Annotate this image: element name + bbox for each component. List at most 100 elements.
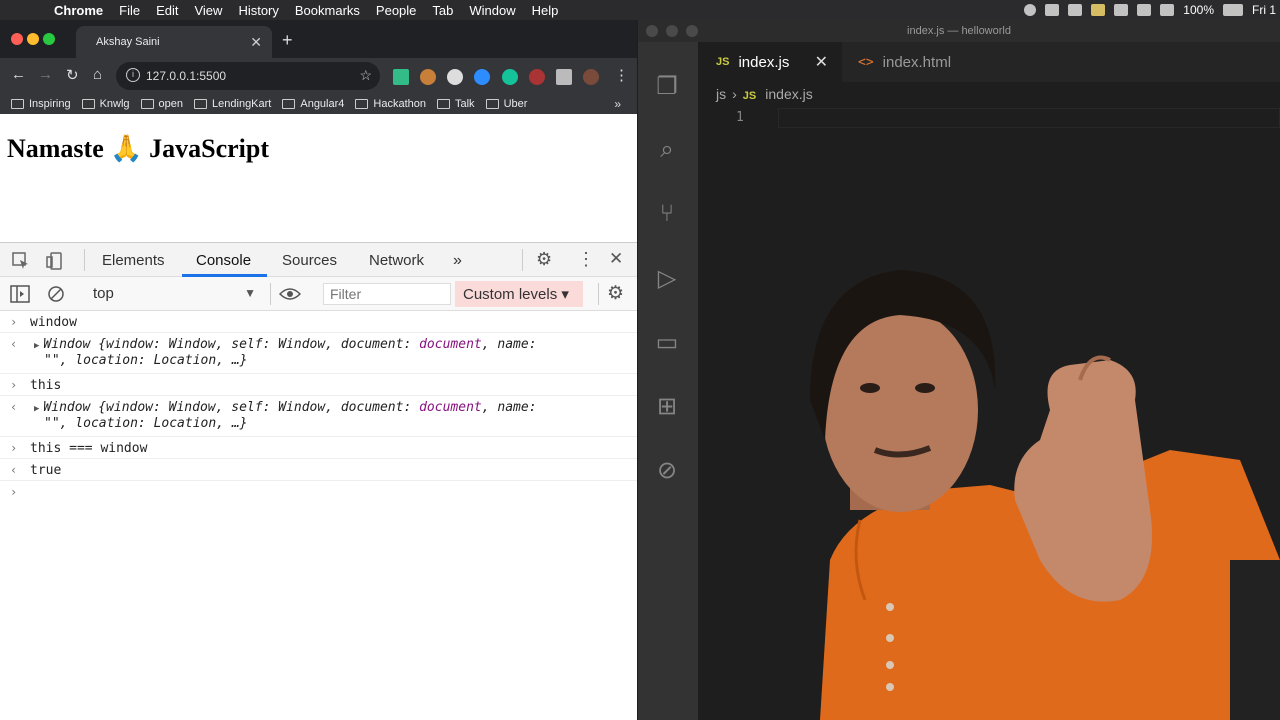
- console-input-text: window: [30, 315, 77, 330]
- context-selector[interactable]: top ▼: [84, 283, 260, 305]
- bookmark-folder[interactable]: Inspiring: [11, 98, 71, 110]
- js-file-icon: JS: [716, 56, 730, 68]
- tab-console[interactable]: Console: [196, 252, 251, 269]
- home-icon[interactable]: ⌂: [93, 66, 102, 83]
- live-expression-eye-icon[interactable]: [279, 286, 301, 302]
- extension-zoom-icon[interactable]: [474, 69, 490, 85]
- menu-window[interactable]: Window: [461, 3, 523, 18]
- close-window-button[interactable]: [11, 33, 23, 45]
- minimize-window-button[interactable]: [27, 33, 39, 45]
- menu-help[interactable]: Help: [524, 3, 567, 18]
- dollar-icon[interactable]: [1045, 4, 1060, 16]
- divider: [522, 249, 523, 271]
- extension-cookie-icon[interactable]: [420, 69, 436, 85]
- extension-person-icon[interactable]: [529, 69, 545, 85]
- expand-triangle-icon[interactable]: ▶: [34, 404, 39, 414]
- console-prompt[interactable]: ›: [0, 481, 637, 505]
- console-settings-icon[interactable]: ⚙: [607, 282, 624, 305]
- forward-icon[interactable]: →: [38, 66, 53, 83]
- tab-index-html[interactable]: <> index.html: [858, 42, 951, 82]
- close-devtools-icon[interactable]: ✕: [609, 249, 623, 269]
- menu-view[interactable]: View: [186, 3, 230, 18]
- bookmark-folder[interactable]: LendingKart: [194, 98, 271, 110]
- close-tab-icon[interactable]: ✕: [250, 34, 262, 51]
- close-tab-icon[interactable]: ✕: [815, 52, 828, 72]
- more-tabs-button[interactable]: »: [453, 252, 462, 270]
- source-control-icon[interactable]: ⑂: [652, 200, 682, 230]
- address-bar[interactable]: i 127.0.0.1:5500 ☆: [116, 62, 380, 90]
- gitlens-icon[interactable]: ⊘: [652, 456, 682, 486]
- chrome-menu-icon[interactable]: ⋮: [614, 66, 629, 84]
- extension-compass-icon[interactable]: [447, 69, 463, 85]
- devtools-settings-icon[interactable]: ⚙: [536, 249, 552, 270]
- minimize-window-button[interactable]: [666, 25, 678, 37]
- bookmarks-overflow-icon[interactable]: »: [614, 97, 621, 111]
- explorer-icon[interactable]: ❐: [652, 72, 682, 102]
- new-tab-button[interactable]: +: [282, 30, 293, 51]
- bookmark-star-icon[interactable]: ☆: [359, 67, 372, 84]
- log-levels-dropdown[interactable]: Custom levels ▾: [455, 281, 583, 307]
- device-toolbar-icon[interactable]: [46, 252, 64, 270]
- bookmark-folder[interactable]: open: [140, 98, 183, 110]
- menu-tab[interactable]: Tab: [424, 3, 461, 18]
- menu-app[interactable]: Chrome: [46, 3, 111, 18]
- console-sidebar-icon[interactable]: [10, 285, 30, 303]
- console-filter-input[interactable]: [323, 283, 451, 305]
- menu-file[interactable]: File: [111, 3, 148, 18]
- notes-icon[interactable]: [1091, 4, 1106, 16]
- close-window-button[interactable]: [646, 25, 658, 37]
- clear-console-icon[interactable]: [47, 285, 65, 303]
- remote-explorer-icon[interactable]: ▭: [652, 328, 682, 358]
- breadcrumb-file[interactable]: JS index.js: [743, 86, 813, 102]
- battery-icon[interactable]: [1223, 4, 1243, 16]
- tab-sources[interactable]: Sources: [282, 252, 337, 269]
- settings-status-icon[interactable]: [1160, 4, 1175, 16]
- expand-triangle-icon[interactable]: ▶: [34, 341, 39, 351]
- search-icon[interactable]: ⌕: [652, 136, 682, 166]
- object-summary-line1: ▶ Window {window: Window, self: Window, d…: [34, 337, 537, 352]
- extensions-puzzle-icon[interactable]: [556, 69, 572, 85]
- bookmark-folder[interactable]: Uber: [485, 98, 527, 110]
- extension-grammarly-icon[interactable]: [502, 69, 518, 85]
- console-output-row[interactable]: ‹ ▶ Window {window: Window, self: Window,…: [0, 396, 637, 437]
- reload-icon[interactable]: ↻: [66, 66, 79, 84]
- bookmark-folder[interactable]: Talk: [437, 98, 475, 110]
- console-output: › window ‹ ▶ Window {window: Window, self…: [0, 311, 637, 720]
- clock[interactable]: Fri 1: [1252, 3, 1276, 17]
- vlc-icon[interactable]: [1068, 4, 1083, 16]
- profile-avatar[interactable]: [583, 69, 599, 85]
- browser-tab[interactable]: Akshay Saini ✕: [76, 26, 272, 58]
- menu-history[interactable]: History: [230, 3, 286, 18]
- object-text: , name:: [481, 337, 537, 352]
- bookmark-label: Talk: [455, 98, 475, 110]
- page-heading: Namaste 🙏 JavaScript: [7, 134, 270, 163]
- wifi-icon[interactable]: [1114, 4, 1129, 16]
- url-text: 127.0.0.1:5500: [146, 69, 227, 83]
- tab-index-js[interactable]: JS index.js ✕: [698, 42, 842, 82]
- tab-network[interactable]: Network: [369, 252, 424, 269]
- extension-vue-icon[interactable]: [393, 69, 409, 85]
- bookmark-folder[interactable]: Angular4: [282, 98, 344, 110]
- extensions-icon[interactable]: ⊞: [652, 392, 682, 422]
- console-result-text: true: [30, 463, 62, 478]
- zoom-window-button[interactable]: [43, 33, 55, 45]
- back-icon[interactable]: ←: [11, 66, 26, 83]
- devtools-menu-icon[interactable]: ⋮: [577, 249, 595, 270]
- zoom-window-button[interactable]: [686, 25, 698, 37]
- site-info-icon[interactable]: i: [126, 68, 140, 82]
- bluetooth-icon[interactable]: [1137, 4, 1152, 16]
- bookmark-folder[interactable]: Hackathon: [355, 98, 426, 110]
- run-debug-icon[interactable]: ▷: [652, 264, 682, 294]
- tab-elements[interactable]: Elements: [102, 252, 165, 269]
- menu-bookmarks[interactable]: Bookmarks: [287, 3, 368, 18]
- console-output-row[interactable]: ‹ ▶ Window {window: Window, self: Window,…: [0, 333, 637, 374]
- editor-tabs: JS index.js ✕ <> index.html: [698, 42, 1280, 82]
- inspect-element-icon[interactable]: [12, 252, 30, 270]
- record-icon[interactable]: [1024, 4, 1037, 16]
- bookmark-folder[interactable]: Knwlg: [81, 98, 130, 110]
- dropdown-arrow-icon: ▼: [244, 286, 256, 300]
- menu-edit[interactable]: Edit: [148, 3, 186, 18]
- tab-label: index.html: [882, 53, 952, 71]
- menu-people[interactable]: People: [368, 3, 424, 18]
- breadcrumb-folder[interactable]: js: [716, 86, 726, 102]
